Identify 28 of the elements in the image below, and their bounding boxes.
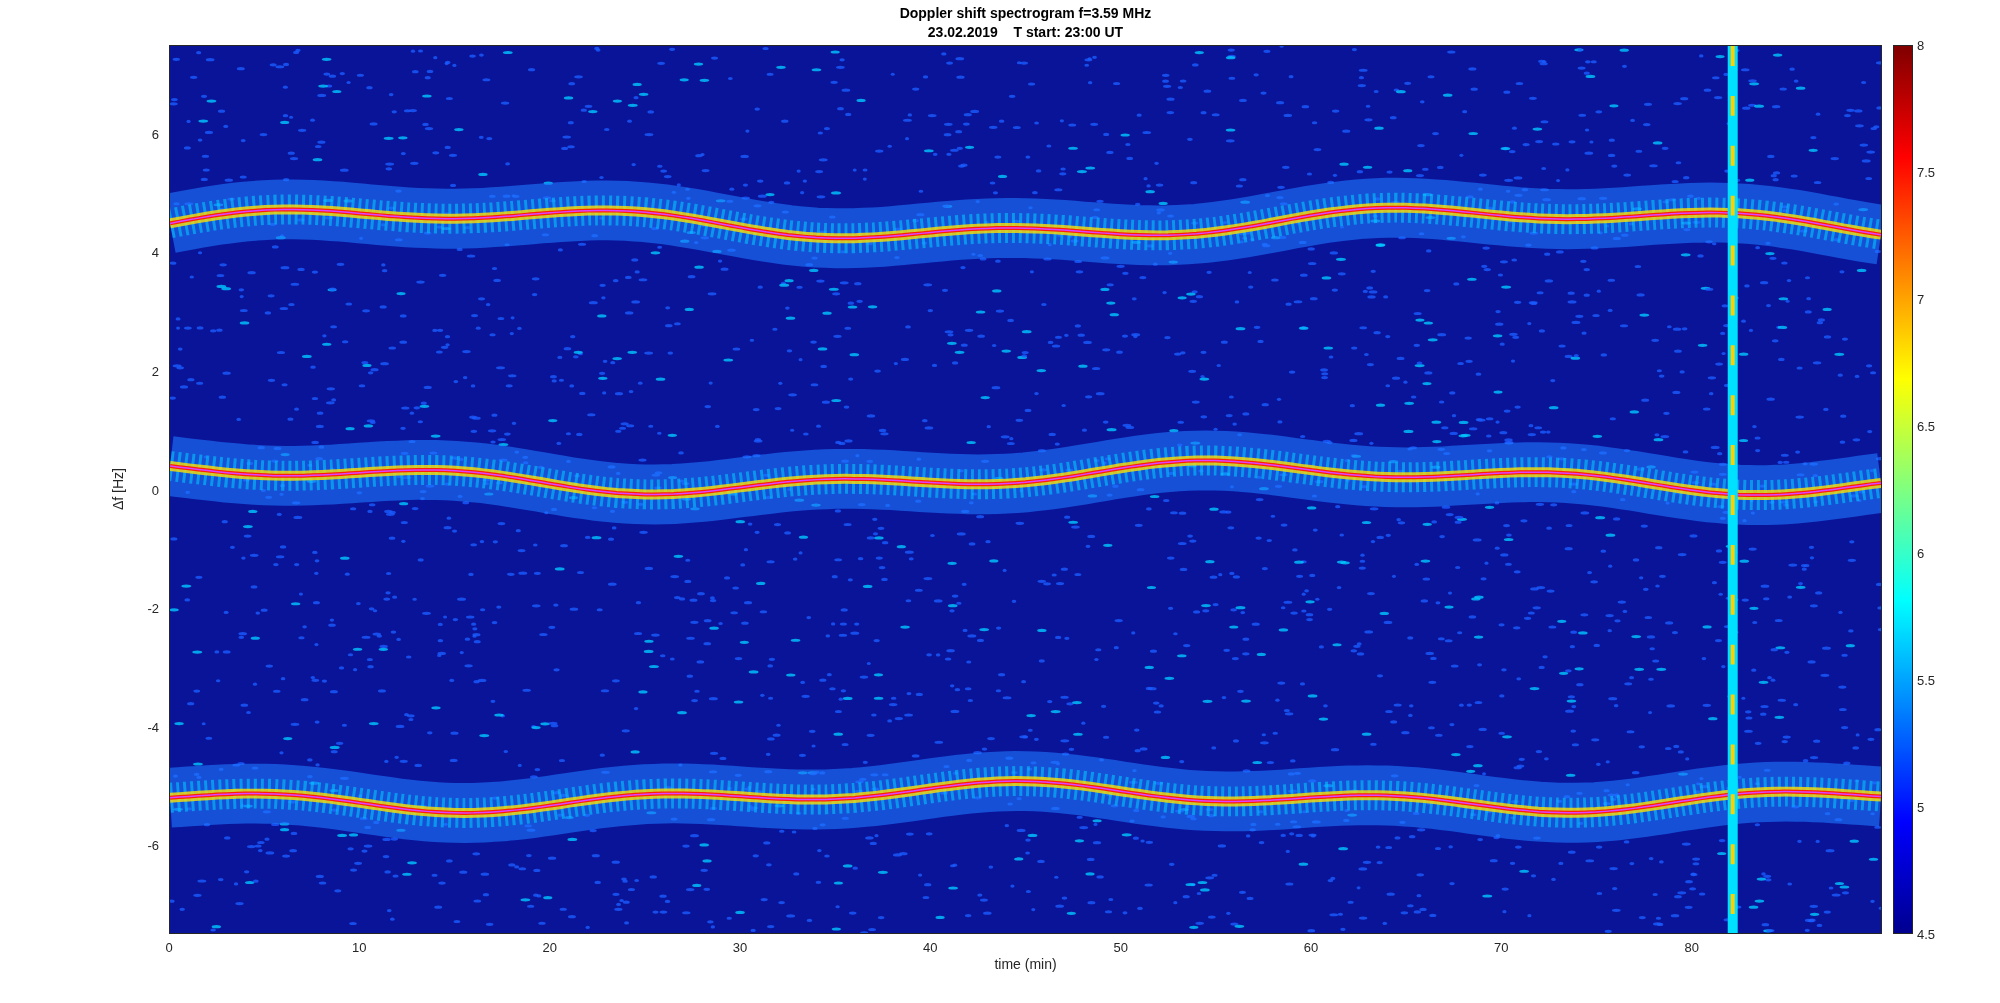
y-axis-label: Δf [Hz] (110, 468, 126, 510)
y-tick-label: -6 (147, 837, 159, 853)
y-tick-label: 2 (151, 363, 159, 379)
y-tick-label: 4 (151, 244, 159, 260)
y-tick-label: 0 (151, 482, 159, 497)
y-tick-label: -2 (147, 600, 159, 616)
colorbar-tick-label: 7 (1917, 291, 1925, 307)
x-tick-label: 80 (1684, 940, 1699, 955)
colorbar-tick-label: 6.5 (1917, 418, 1936, 434)
colorbar-tick-label: 6 (1917, 545, 1925, 561)
y-tick-label: 6 (151, 126, 159, 142)
x-tick-label: 20 (542, 940, 557, 955)
x-tick-label: 40 (923, 940, 938, 955)
x-tick-label: 60 (1303, 940, 1319, 955)
colorbar-tick-label: 8 (1917, 37, 1925, 53)
x-tick-label: 10 (352, 940, 367, 955)
chart-title: Doppler shift spectrogram f=3.59 MHz (899, 3, 1152, 23)
colorbar-tick-label: 7.5 (1917, 164, 1936, 180)
x-axis-label: time (min) (994, 956, 1057, 972)
x-tick-label: 70 (1494, 940, 1509, 955)
y-tick-label: -4 (147, 719, 159, 735)
colorbar-tick-label: 4.5 (1917, 926, 1936, 942)
colorbar-tick-label: 5.5 (1917, 672, 1936, 688)
chart-title: 23.02.2019 T start: 23:00 UT (927, 22, 1124, 42)
x-tick-label: 50 (1113, 940, 1128, 955)
colorbar-tick-label: 5 (1917, 799, 1925, 815)
x-tick-label: 0 (165, 940, 173, 955)
x-tick-label: 30 (732, 940, 748, 955)
